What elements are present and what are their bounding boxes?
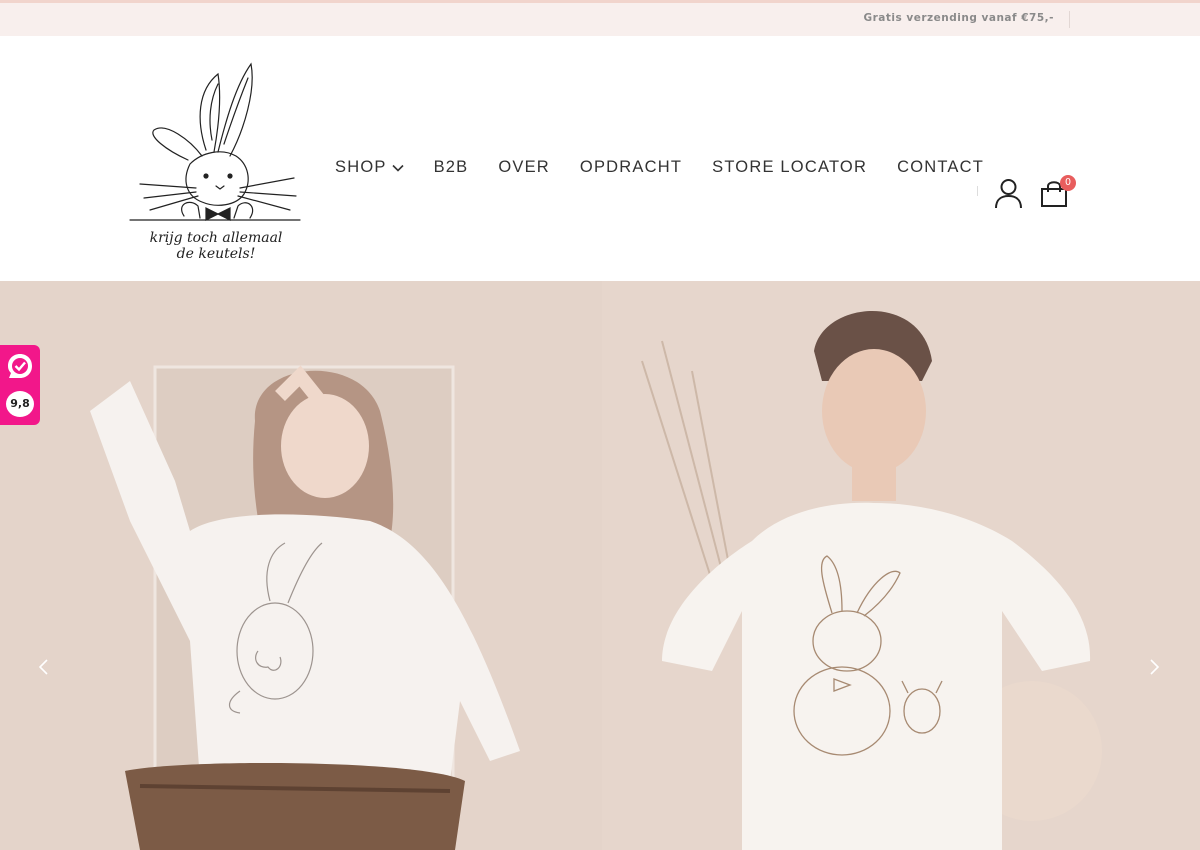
logo[interactable]: krijg toch allemaal de keutels! [126,60,306,260]
announcement-bar: Gratis verzending vanaf €75,- [0,3,1200,36]
nav-divider [977,186,978,196]
nav-item-label: CONTACT [897,158,984,176]
topbar-divider [1069,11,1070,28]
logo-tagline-line2: de keutels! [177,246,256,260]
nav-item-label: OVER [498,158,550,176]
hero-image-girl [0,281,602,850]
user-icon[interactable] [994,178,1023,210]
hero-slider[interactable] [0,281,1200,850]
nav-item-label: OPDRACHT [579,158,683,176]
cart-count-badge: 0 [1060,175,1076,191]
review-badge[interactable]: 9,8 [0,345,40,425]
nav-item-b2b[interactable]: B2B [434,158,469,177]
nav-item-label: SHOP [335,158,387,176]
main-navigation: SHOP B2B OVER OPDRACHT STORE LOCATOR CON… [335,158,1014,177]
nav-item-contact[interactable]: CONTACT [897,158,984,177]
nav-item-opdracht[interactable]: OPDRACHT [580,158,682,177]
nav-item-shop[interactable]: SHOP [335,158,404,177]
site-header: krijg toch allemaal de keutels! SHOP B2B… [0,36,1200,281]
nav-item-over[interactable]: OVER [498,158,550,177]
chevron-right-icon[interactable] [1144,657,1164,677]
chevron-left-icon[interactable] [34,657,54,677]
free-shipping-message: Gratis verzending vanaf €75,- [863,12,1054,24]
nav-item-store-locator[interactable]: STORE LOCATOR [712,158,867,177]
review-score: 9,8 [6,391,34,417]
logo-tagline-line1: krijg toch allemaal [150,230,283,246]
chevron-down-icon [391,164,404,172]
nav-item-label: STORE LOCATOR [712,158,868,176]
nav-item-label: B2B [433,158,469,176]
hero-image-boy [602,281,1200,850]
checkmark-badge-icon [8,354,32,378]
